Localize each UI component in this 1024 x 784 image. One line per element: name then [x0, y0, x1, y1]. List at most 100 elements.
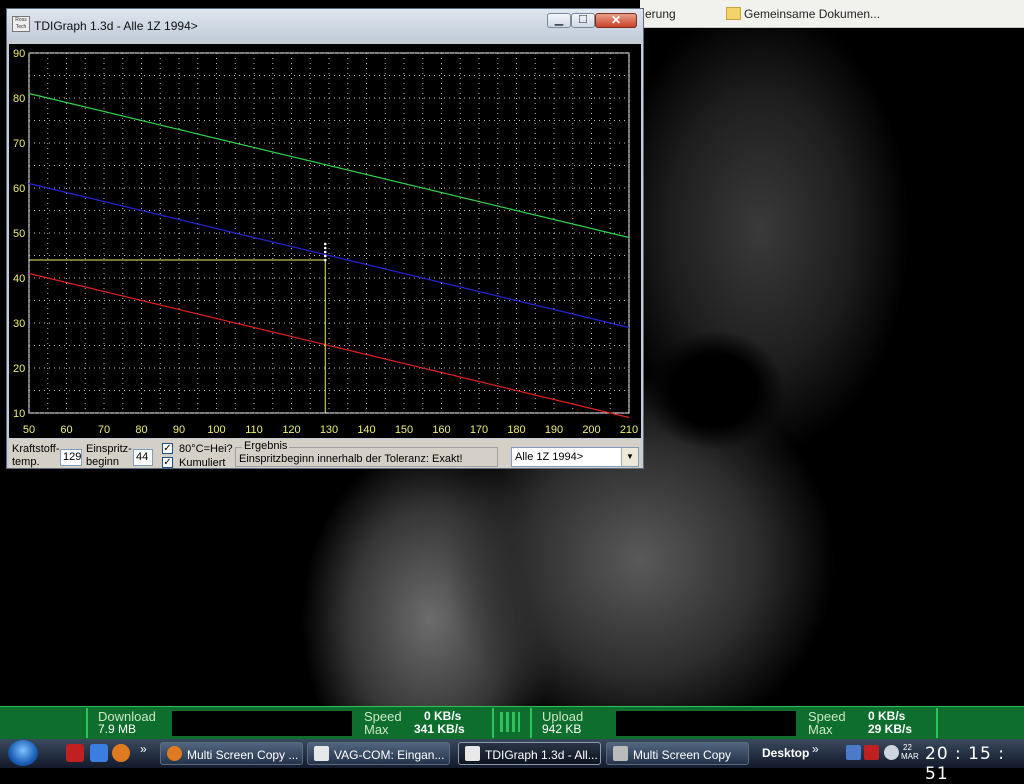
rosstech-app-icon: Ross Tech	[12, 16, 30, 32]
y-tick-label: 50	[13, 228, 25, 240]
y-tick-label: 20	[13, 363, 25, 375]
minimize-icon: ▁	[554, 14, 564, 26]
tdigraph-window: Ross Tech TDIGraph 1.3d - Alle 1Z 1994> …	[6, 8, 644, 469]
x-tick-label: 80	[135, 424, 147, 436]
tray-date-month: MAR	[901, 752, 919, 761]
fuel-temp-label-1: Kraftstoff-	[12, 443, 60, 455]
fuel-temp-input[interactable]: 129	[60, 449, 82, 466]
close-icon: ✕	[610, 13, 622, 27]
desktop-toolbar[interactable]: Desktop	[762, 746, 809, 760]
tray-date-day: 22	[903, 743, 912, 752]
quicklaunch-overflow-icon[interactable]: »	[140, 742, 147, 756]
task-multi-screen-copy-firefox[interactable]: Multi Screen Copy ...	[160, 742, 303, 765]
controls-panel: Kraftstoff- temp. 129 Einspritz- beginn …	[9, 439, 641, 469]
download-panel: Download 7.9 MB Speed 0 KB/s Max 341 KB/…	[86, 708, 492, 738]
upload-graph	[616, 711, 796, 736]
adobe-icon[interactable]	[66, 744, 84, 762]
taskbar: » Multi Screen Copy ... VAG-COM: Eingan.…	[0, 739, 1024, 768]
vag-icon	[314, 746, 329, 761]
x-tick-label: 50	[23, 424, 35, 436]
window-titlebar[interactable]: Ross Tech TDIGraph 1.3d - Alle 1Z 1994> …	[7, 9, 643, 39]
camera-icon	[613, 746, 628, 761]
x-tick-label: 60	[60, 424, 72, 436]
task-tdigraph[interactable]: TDIGraph 1.3d - All...	[458, 742, 601, 765]
engine-select[interactable]: Alle 1Z 1994> ▼	[511, 447, 639, 467]
hot-checkbox-label: 80°C=Hei?	[179, 443, 233, 455]
x-tick-label: 110	[245, 424, 263, 436]
upload-panel: Upload 942 KB Speed 0 KB/s Max 29 KB/s	[530, 708, 936, 738]
volume-icon[interactable]	[884, 745, 899, 760]
cursor-marker-dot	[323, 250, 327, 254]
explorer-item-shared-documents[interactable]: Gemeinsame Dokumen...	[744, 7, 880, 21]
cursor-marker-dot	[323, 258, 327, 262]
rosstech-icon	[465, 746, 480, 761]
y-tick-label: 60	[13, 183, 25, 195]
y-tick-label: 90	[13, 48, 25, 60]
network-monitor-end	[936, 708, 1024, 738]
injection-label-1: Einspritz-	[86, 443, 132, 455]
minimize-button[interactable]: ▁	[547, 13, 571, 28]
explorer-item[interactable]: erung	[645, 7, 676, 21]
internet-explorer-icon[interactable]	[90, 744, 108, 762]
injection-start-input[interactable]: 44	[133, 449, 153, 466]
firefox-icon[interactable]	[112, 744, 130, 762]
maximize-icon: ☐	[578, 14, 588, 26]
close-button[interactable]: ✕	[595, 13, 637, 28]
network-tray-icon[interactable]	[846, 745, 861, 760]
y-tick-label: 10	[13, 408, 25, 420]
x-tick-label: 150	[395, 424, 413, 436]
y-tick-label: 40	[13, 273, 25, 285]
cumulative-checkbox[interactable]: ✓	[162, 457, 173, 468]
firefox-icon	[167, 746, 182, 761]
folder-icon	[726, 7, 741, 20]
download-max-label: Max	[364, 722, 389, 737]
desktop-overflow-icon[interactable]: »	[812, 742, 819, 756]
task-label: TDIGraph 1.3d - All...	[485, 748, 598, 762]
x-tick-label: 190	[545, 424, 563, 436]
result-text: Einspritzbeginn innerhalb der Toleranz: …	[239, 453, 463, 465]
x-tick-label: 70	[98, 424, 110, 436]
bandwidth-meter-icon	[500, 712, 520, 732]
x-tick-label: 90	[173, 424, 185, 436]
download-max-value: 341 KB/s	[414, 722, 465, 736]
antivirus-tray-icon[interactable]	[864, 745, 879, 760]
fuel-temp-label-2: temp.	[12, 456, 40, 468]
task-vag-com[interactable]: VAG-COM: Eingan...	[307, 742, 450, 765]
task-multi-screen-copy[interactable]: Multi Screen Copy	[606, 742, 749, 765]
x-tick-label: 210	[620, 424, 638, 436]
task-label: Multi Screen Copy ...	[187, 748, 299, 762]
engine-select-value: Alle 1Z 1994>	[515, 451, 584, 463]
cursor-marker-dot	[323, 254, 327, 258]
x-tick-label: 170	[470, 424, 488, 436]
cumulative-checkbox-label: Kumuliert	[179, 457, 226, 469]
window-title: TDIGraph 1.3d - Alle 1Z 1994>	[34, 19, 198, 33]
y-tick-label: 70	[13, 138, 25, 150]
taskbar-clock[interactable]: 20 : 15 : 51	[925, 744, 1024, 784]
upload-value: 942 KB	[542, 722, 582, 736]
x-tick-label: 120	[282, 424, 300, 436]
injection-label-2: beginn	[86, 456, 120, 468]
chart-area[interactable]: 50 60 70 80 90 100 110 120 130 140 150 160 170 180 190…	[9, 44, 641, 438]
download-graph	[172, 711, 352, 736]
result-group-title: Ergebnis	[242, 440, 290, 452]
download-value: 7.9 MB	[98, 722, 137, 736]
x-tick-label: 130	[320, 424, 338, 436]
cursor-marker-dot	[323, 242, 327, 246]
y-tick-label: 80	[13, 93, 25, 105]
upload-max-label: Max	[808, 722, 833, 737]
x-tick-label: 200	[582, 424, 600, 436]
explorer-window-strip[interactable]: erung Gemeinsame Dokumen...	[640, 0, 1024, 28]
task-label: Multi Screen Copy	[633, 748, 732, 762]
x-tick-label: 160	[432, 424, 450, 436]
hot-checkbox[interactable]: ✓	[162, 443, 173, 454]
task-label: VAG-COM: Eingan...	[334, 748, 445, 762]
x-tick-label: 140	[357, 424, 375, 436]
cursor-marker-dot	[323, 246, 327, 250]
maximize-button[interactable]: ☐	[571, 13, 595, 28]
y-tick-label: 30	[13, 318, 25, 330]
x-tick-label: 180	[507, 424, 525, 436]
injection-chart[interactable]: 50 60 70 80 90 100 110 120 130 140 150 160 170 180 190…	[9, 44, 641, 438]
chevron-down-icon[interactable]: ▼	[621, 448, 638, 466]
start-button[interactable]	[8, 740, 38, 766]
upload-max-value: 29 KB/s	[868, 722, 913, 736]
